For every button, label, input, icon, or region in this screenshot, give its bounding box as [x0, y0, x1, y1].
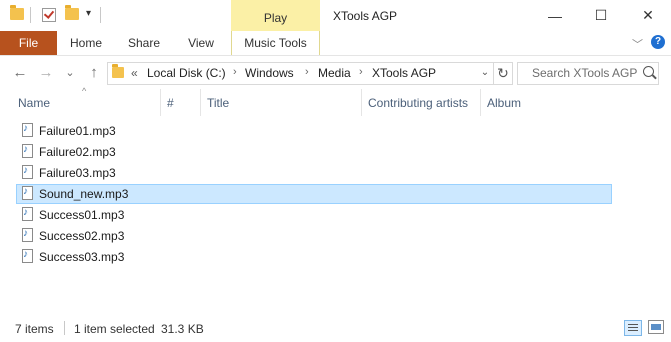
context-tab-group-label: Play [263, 11, 288, 25]
column-header-name[interactable]: Name [18, 96, 50, 110]
column-divider[interactable] [361, 89, 362, 116]
breadcrumb-media[interactable]: Media [318, 66, 351, 80]
search-box[interactable] [517, 62, 659, 85]
back-button[interactable]: ← [10, 63, 30, 83]
tab-view[interactable]: View [178, 31, 224, 55]
breadcrumb-local-disk[interactable]: Local Disk (C:) [147, 66, 226, 80]
maximize-button[interactable]: ☐ [578, 0, 624, 31]
status-selection: 1 item selected [74, 322, 155, 336]
properties-check-icon[interactable] [42, 8, 56, 22]
column-header-title[interactable]: Title [207, 96, 229, 110]
folder-icon [10, 5, 24, 20]
column-divider[interactable] [160, 89, 161, 116]
address-history-dropdown[interactable]: ⌄ [478, 64, 492, 82]
refresh-button[interactable]: ↻ [494, 62, 513, 85]
column-header-number[interactable]: # [167, 96, 174, 110]
audio-file-icon [22, 207, 33, 221]
breadcrumb-separator[interactable]: › [233, 66, 237, 78]
large-icons-view-icon[interactable] [648, 320, 664, 334]
breadcrumb-overflow[interactable]: « [131, 66, 138, 80]
search-input[interactable] [518, 63, 652, 82]
audio-file-icon [22, 123, 33, 137]
column-divider[interactable] [480, 89, 481, 116]
audio-file-icon [22, 228, 33, 242]
tab-share[interactable]: Share [121, 31, 167, 55]
tab-music-tools[interactable]: Music Tools [231, 31, 320, 55]
maximize-icon: ☐ [594, 7, 608, 23]
audio-file-icon [22, 249, 33, 263]
audio-file-icon [22, 165, 33, 179]
file-name: Success03.mp3 [39, 250, 125, 264]
list-item[interactable]: Success03.mp3 [16, 247, 612, 267]
status-divider [64, 321, 65, 335]
breadcrumb-windows[interactable]: Windows [245, 66, 294, 80]
sort-ascending-icon: ^ [82, 86, 87, 96]
minimize-icon: — [548, 7, 562, 24]
list-item[interactable]: Failure01.mp3 [16, 121, 612, 141]
list-item[interactable]: Failure03.mp3 [16, 163, 612, 183]
expand-ribbon-icon[interactable]: ﹀ [632, 36, 643, 52]
folder-icon [112, 64, 124, 78]
details-view-icon[interactable] [624, 320, 642, 336]
file-name: Success02.mp3 [39, 229, 125, 243]
file-name: Failure01.mp3 [39, 124, 116, 138]
search-icon [643, 66, 654, 77]
breadcrumb-xtools-agp[interactable]: XTools AGP [372, 66, 436, 80]
column-divider[interactable] [200, 89, 201, 116]
minimize-button[interactable]: — [532, 0, 578, 31]
audio-file-icon [22, 186, 33, 200]
file-name: Sound_new.mp3 [39, 187, 129, 201]
file-name: Failure02.mp3 [39, 145, 116, 159]
tab-home[interactable]: Home [62, 31, 110, 55]
new-folder-icon[interactable] [65, 5, 79, 20]
column-header-contributing-artists[interactable]: Contributing artists [368, 96, 468, 110]
audio-file-icon [22, 144, 33, 158]
file-name: Failure03.mp3 [39, 166, 116, 180]
list-item[interactable]: Success01.mp3 [16, 205, 612, 225]
file-name: Success01.mp3 [39, 208, 125, 222]
help-icon[interactable]: ? [651, 35, 665, 49]
tab-file[interactable]: File [0, 31, 57, 55]
close-icon: ✕ [642, 7, 654, 23]
close-button[interactable]: ✕ [625, 0, 671, 31]
column-header-album[interactable]: Album [487, 96, 521, 110]
recent-locations-button[interactable]: ⌄ [60, 63, 80, 83]
status-item-count: 7 items [15, 322, 54, 336]
quick-access-customize-button[interactable]: ▾ [86, 8, 91, 19]
list-item[interactable]: Failure02.mp3 [16, 142, 612, 162]
list-item[interactable]: Success02.mp3 [16, 226, 612, 246]
quick-access-separator [100, 7, 101, 23]
status-size: 31.3 KB [161, 322, 204, 336]
window-title: XTools AGP [333, 9, 398, 23]
breadcrumb-separator[interactable]: › [359, 66, 363, 78]
forward-button[interactable]: → [36, 63, 56, 83]
quick-access-separator [30, 7, 31, 23]
breadcrumb-separator[interactable]: › [305, 66, 309, 78]
list-item-selected[interactable]: Sound_new.mp3 [16, 184, 612, 204]
up-button[interactable]: ↑ [84, 63, 104, 83]
